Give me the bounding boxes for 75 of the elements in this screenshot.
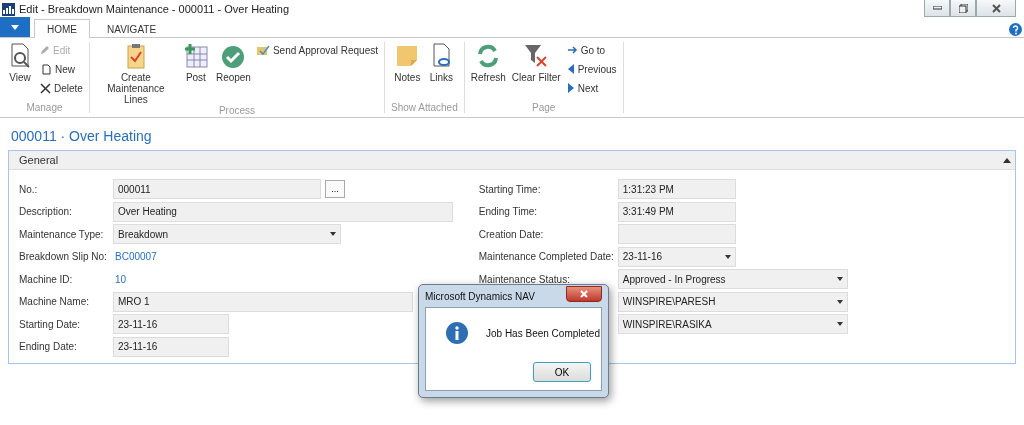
input-field[interactable]: 23-11-16 xyxy=(113,336,229,357)
ribbon-button[interactable]: Post xyxy=(181,42,210,83)
ribbon-button[interactable]: Reopen xyxy=(215,42,251,83)
ribbon-button[interactable]: Go to xyxy=(566,42,617,58)
close-icon xyxy=(991,3,1001,13)
group-label: Page xyxy=(531,102,556,113)
ribbon-tab[interactable]: NAVIGATE xyxy=(94,19,170,38)
close-icon xyxy=(580,290,588,298)
field-label: Ending Time: xyxy=(478,206,539,218)
field-label: Description: xyxy=(19,206,73,218)
field-label: Maintenance Type: xyxy=(19,228,105,240)
lookup-button[interactable]: ... xyxy=(325,180,345,199)
dropdown-field[interactable]: 23-11-16 xyxy=(617,246,736,267)
close-button[interactable] xyxy=(566,286,602,302)
ribbon-button[interactable]: Previous xyxy=(566,61,617,77)
input-field[interactable]: 23-11-16 xyxy=(113,314,229,335)
caret-icon xyxy=(11,24,19,30)
collapse-icon[interactable] xyxy=(1003,157,1011,163)
dropdown-field[interactable]: Breakdown xyxy=(113,224,341,245)
field-label: Starting Date: xyxy=(19,318,82,330)
field-label: Starting Time: xyxy=(478,183,542,195)
restore-icon xyxy=(958,3,968,13)
ribbon-button[interactable]: Notes xyxy=(393,42,422,83)
ribbon-button[interactable]: Next xyxy=(566,80,617,96)
group-label: Manage xyxy=(26,102,63,113)
ribbon-button[interactable]: View xyxy=(6,42,34,83)
group-label: Show Attached xyxy=(391,102,458,113)
dropdown-field[interactable]: Approved - In Progress xyxy=(617,269,848,290)
minimize-icon xyxy=(932,6,942,10)
pencil-icon xyxy=(40,45,50,55)
envelope-check-icon xyxy=(256,44,270,56)
page-title: 000011 · Over Heating xyxy=(11,128,153,144)
input-field[interactable]: 1:31:23 PM xyxy=(617,179,736,200)
field-label: No.: xyxy=(19,183,39,195)
field-label: Machine Name: xyxy=(19,296,91,308)
group-label: Process xyxy=(218,105,255,116)
field-label: Machine ID: xyxy=(19,273,74,285)
ribbon-button[interactable]: Links xyxy=(427,42,456,83)
ok-button[interactable]: OK xyxy=(533,362,591,382)
ribbon-button[interactable]: New xyxy=(40,61,83,77)
minimize-button[interactable] xyxy=(924,0,950,17)
info-icon xyxy=(446,322,468,344)
ribbon-button[interactable]: Refresh xyxy=(470,42,506,83)
new-document-icon xyxy=(40,63,52,75)
triangle-left-icon xyxy=(566,64,575,74)
link-value[interactable]: BC00007 xyxy=(113,251,157,263)
restore-button[interactable] xyxy=(950,0,976,17)
section-title: General xyxy=(19,154,59,166)
help-icon[interactable] xyxy=(1009,23,1022,36)
field-label: Breakdown Slip No: xyxy=(19,251,108,263)
ribbon-button[interactable]: Send Approval Request xyxy=(256,42,378,58)
triangle-right-icon xyxy=(566,83,575,93)
input-field[interactable]: Over Heating xyxy=(113,201,453,222)
link-value[interactable]: 10 xyxy=(113,273,127,285)
ribbon-tab[interactable]: HOME xyxy=(34,19,90,38)
dropdown-field[interactable]: WINSPIRE\RASIKA xyxy=(617,314,848,335)
arrow-right-icon xyxy=(566,45,578,55)
ribbon-button[interactable]: Create Maintenance Lines xyxy=(95,42,176,105)
delete-icon xyxy=(40,82,51,94)
input-field[interactable]: 000011 xyxy=(113,179,321,200)
ribbon-button[interactable]: Delete xyxy=(40,80,83,96)
app-menu-button[interactable] xyxy=(0,17,30,37)
dropdown-field[interactable]: WINSPIRE\PARESH xyxy=(617,291,848,312)
input-field[interactable] xyxy=(617,224,736,245)
dialog-title: Microsoft Dynamics NAV xyxy=(425,290,535,302)
field-label: Maintenance Status: xyxy=(478,273,571,285)
close-button[interactable] xyxy=(976,0,1016,17)
window-title: Edit - Breakdown Maintenance - 000011 - Over Heating xyxy=(19,3,290,15)
field-label: Maintenance Completed Date: xyxy=(478,251,615,263)
field-label: Creation Date: xyxy=(478,228,545,240)
dialog-message: Job Has Been Completed xyxy=(486,327,600,339)
input-field[interactable]: 3:31:49 PM xyxy=(617,201,736,222)
input-field[interactable]: MRO 1 xyxy=(113,291,413,312)
field-label: Ending Date: xyxy=(19,341,78,353)
ribbon-button[interactable]: Clear Filter xyxy=(511,42,561,83)
